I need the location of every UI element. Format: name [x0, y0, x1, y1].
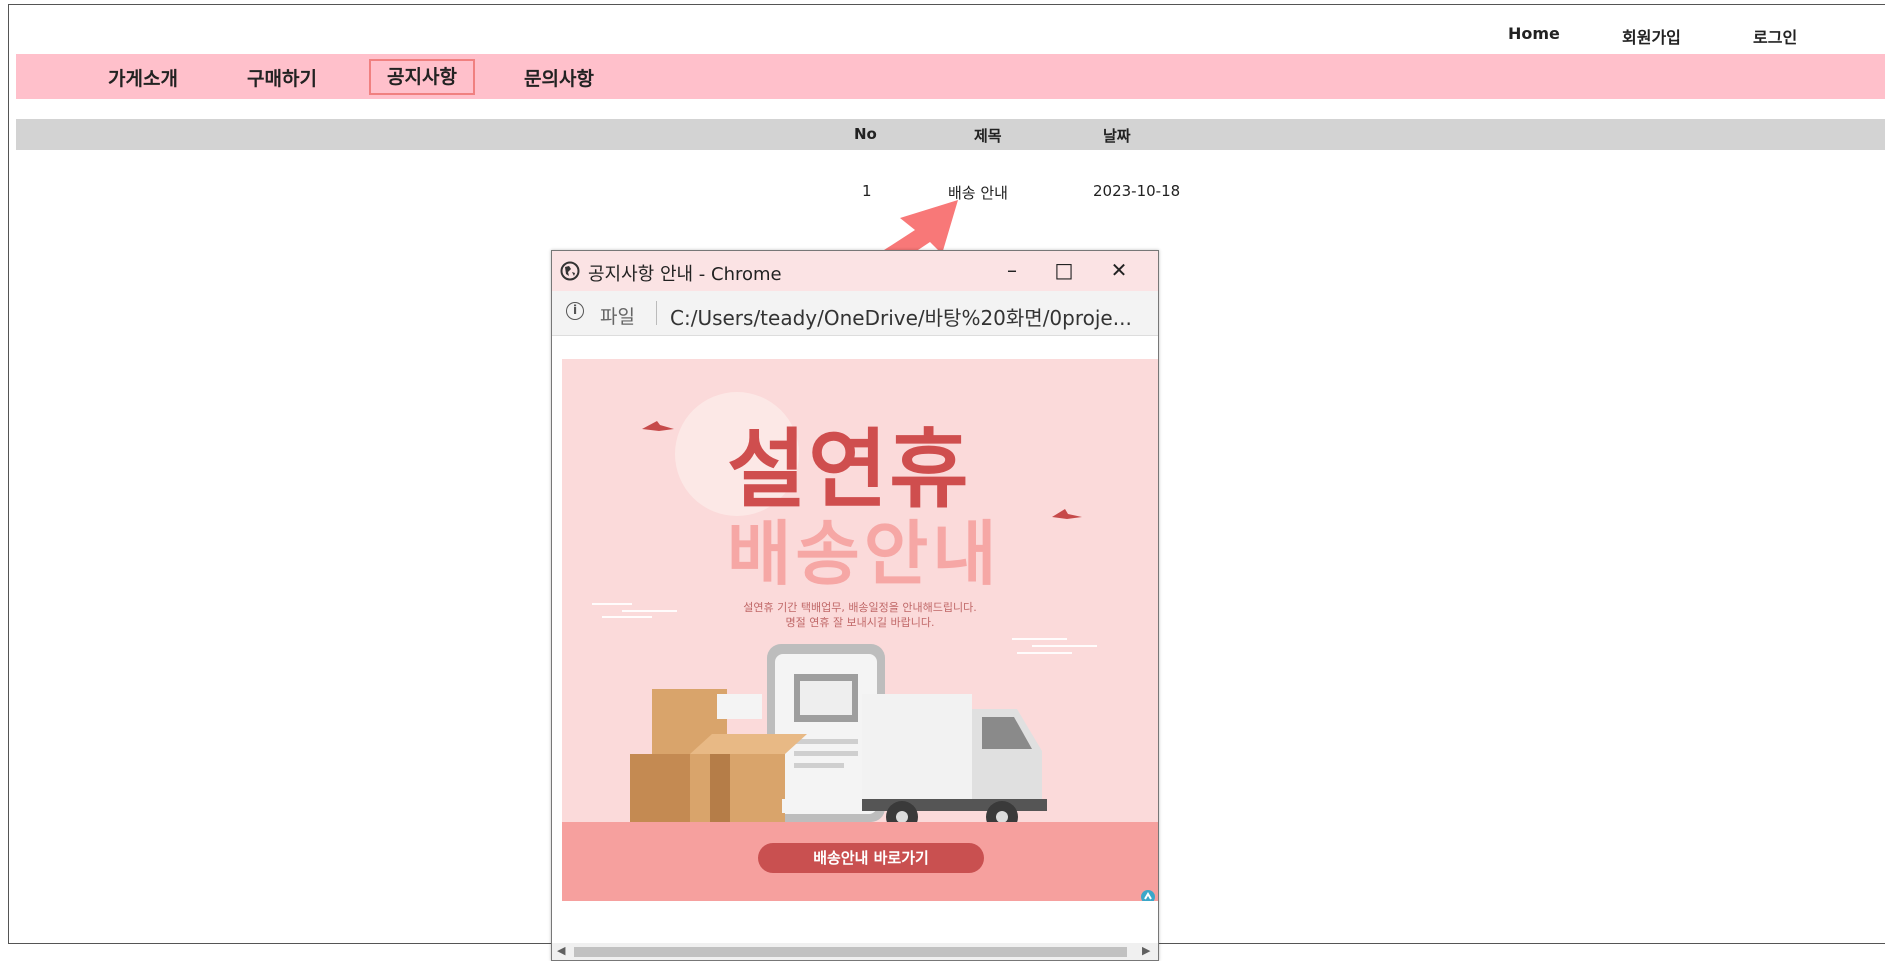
nav-item-purchase[interactable]: 구매하기	[233, 64, 331, 94]
scrollbar-thumb[interactable]	[574, 947, 1127, 957]
login-link[interactable]: 로그인	[1753, 24, 1797, 48]
scroll-left-icon[interactable]: ◀	[557, 944, 565, 957]
nav-item-store-intro[interactable]: 가게소개	[94, 64, 192, 94]
table-header: No 제목 날짜	[16, 119, 1885, 150]
popup-title: 공지사항 안내 - Chrome	[588, 264, 782, 285]
minimize-icon[interactable]: –	[990, 255, 1034, 285]
main-nav: 가게소개 구매하기 공지사항 문의사항	[16, 54, 1885, 99]
column-header-date: 날짜	[1103, 127, 1131, 145]
poster-description: 설연휴 기간 택배업무, 배송일정을 안내해드립니다. 명절 연휴 잘 보내시길…	[562, 600, 1158, 630]
column-header-no: No	[854, 125, 877, 143]
address-bar[interactable]: i 파일 C:/Users/teady/OneDrive/바탕%20화면/0pr…	[552, 291, 1158, 336]
poster-description-line-1: 설연휴 기간 택배업무, 배송일정을 안내해드립니다.	[743, 601, 977, 614]
poster-title: 설연휴	[727, 420, 971, 520]
globe-icon	[560, 261, 580, 281]
notice-popup-window: 공지사항 안내 - Chrome – □ ✕ i 파일 C:/Users/tea…	[551, 250, 1159, 961]
nav-item-notice[interactable]: 공지사항	[369, 59, 475, 95]
scroll-right-icon[interactable]: ▶	[1142, 944, 1150, 957]
delivery-info-button[interactable]: 배송안내 바로가기	[758, 843, 984, 873]
close-icon[interactable]: ✕	[1097, 255, 1141, 285]
signup-link[interactable]: 회원가입	[1622, 24, 1681, 48]
home-link[interactable]: Home	[1508, 24, 1560, 43]
badge-icon	[1141, 890, 1155, 901]
address-separator	[656, 301, 657, 325]
popup-titlebar[interactable]: 공지사항 안내 - Chrome – □ ✕	[552, 251, 1158, 291]
row-date: 2023-10-18	[1093, 182, 1181, 200]
column-header-title: 제목	[974, 127, 1002, 145]
nav-item-inquiry[interactable]: 문의사항	[510, 64, 608, 94]
info-icon[interactable]: i	[566, 302, 584, 320]
horizontal-scrollbar[interactable]: ◀ ▶	[552, 943, 1158, 960]
poster-description-line-2: 명절 연휴 잘 보내시길 바랍니다.	[785, 616, 935, 629]
poster-subtitle: 배송안내	[727, 513, 1001, 595]
maximize-icon[interactable]: □	[1042, 255, 1086, 285]
address-url[interactable]: C:/Users/teady/OneDrive/바탕%20화면/0proje..…	[670, 302, 1132, 331]
delivery-notice-poster: 설연휴 배송안내 설연휴 기간 택배업무, 배송일정을 안내해드립니다. 명절 …	[562, 359, 1158, 901]
address-scheme-label: 파일	[600, 306, 635, 328]
